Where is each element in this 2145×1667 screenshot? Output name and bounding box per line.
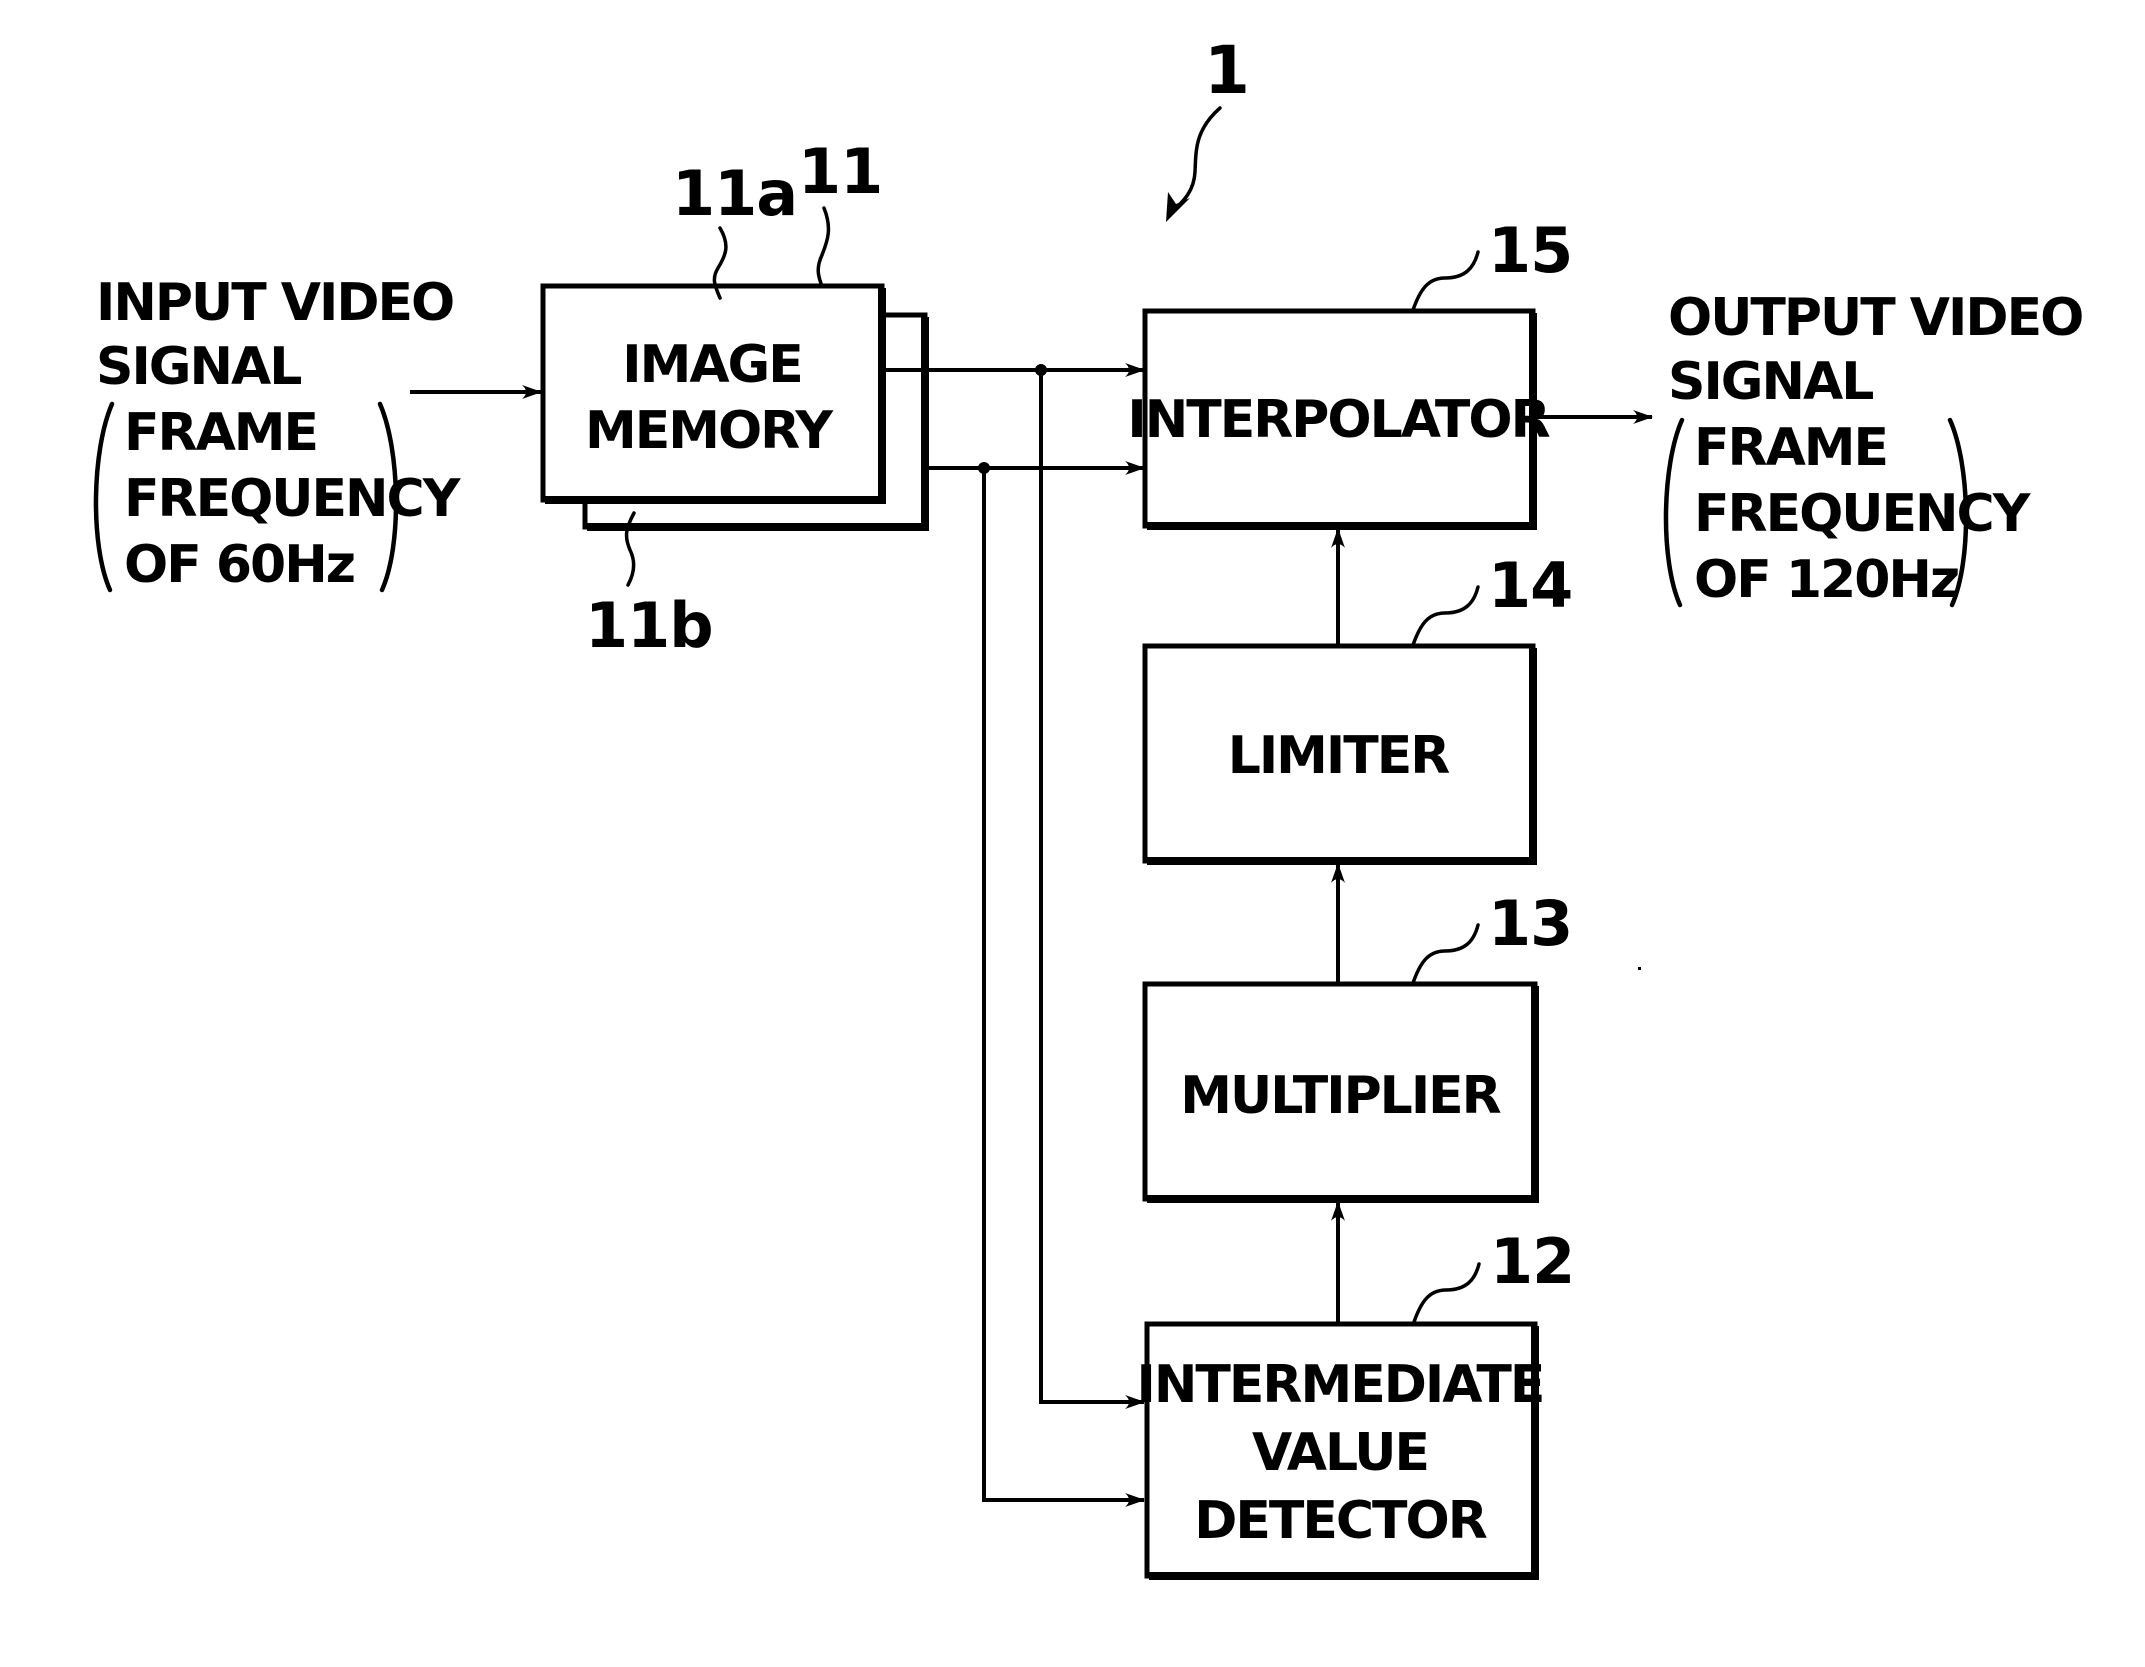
ref-13: 13 bbox=[1488, 887, 1572, 960]
memory-a-to-detector-arrow bbox=[1039, 370, 1145, 1409]
ref-14-leader bbox=[1411, 585, 1480, 647]
ref-13-leader bbox=[1411, 923, 1480, 985]
ref-15: 15 bbox=[1488, 214, 1572, 287]
left-paren-icon bbox=[1663, 417, 1685, 608]
image-memory-label: MEMORY bbox=[585, 401, 834, 461]
ref-15-leader bbox=[1411, 250, 1480, 312]
image-memory-block[interactable]: IMAGE MEMORY bbox=[540, 283, 929, 531]
ref-11: 11 bbox=[798, 135, 882, 208]
ref-12-leader bbox=[1412, 1262, 1481, 1324]
detector-label: DETECTOR bbox=[1194, 1491, 1487, 1551]
ref-11a: 11a bbox=[672, 157, 797, 230]
limiter-block[interactable]: LIMITER bbox=[1142, 643, 1537, 865]
input-signal-line: SIGNAL bbox=[96, 337, 301, 397]
scan-speck bbox=[1638, 967, 1641, 970]
figure-ref-leader bbox=[1170, 106, 1222, 214]
ref-11-leader bbox=[816, 206, 831, 288]
interpolator-label: INTERPOLATOR bbox=[1127, 390, 1549, 450]
input-signal-label: INPUT VIDEO SIGNAL FRAME FREQUENCY OF 60… bbox=[93, 273, 464, 595]
input-signal-line: INPUT VIDEO bbox=[96, 273, 453, 333]
block-diagram: 1 INPUT VIDEO SIGNAL FRAME FREQUENCY OF … bbox=[93, 32, 2084, 1580]
detector-label: VALUE bbox=[1252, 1423, 1428, 1483]
output-signal-bracket-line: FRAME bbox=[1694, 418, 1887, 478]
image-memory-label: IMAGE bbox=[622, 335, 802, 395]
output-signal-line: SIGNAL bbox=[1668, 352, 1873, 412]
interpolator-block[interactable]: INTERPOLATOR bbox=[1127, 308, 1552, 530]
figure-reference-numeral: 1 bbox=[1204, 32, 1250, 109]
ref-11b: 11b bbox=[585, 589, 713, 662]
detector-label: INTERMEDIATE bbox=[1137, 1355, 1544, 1415]
ref-12: 12 bbox=[1490, 1225, 1574, 1298]
memory-b-to-detector-arrow bbox=[982, 468, 1145, 1507]
input-signal-bracket-line: FRAME bbox=[124, 403, 317, 463]
output-signal-label: OUTPUT VIDEO SIGNAL FRAME FREQUENCY OF 1… bbox=[1663, 288, 2084, 610]
intermediate-value-detector-block[interactable]: INTERMEDIATE VALUE DETECTOR bbox=[1137, 1321, 1545, 1580]
input-signal-bracket-line: FREQUENCY bbox=[124, 469, 462, 529]
input-signal-bracket-line: OF 60Hz bbox=[124, 535, 354, 595]
output-signal-line: OUTPUT VIDEO bbox=[1668, 288, 2082, 348]
output-signal-bracket-line: FREQUENCY bbox=[1694, 484, 2032, 544]
ref-14: 14 bbox=[1488, 549, 1572, 622]
multiplier-block[interactable]: MULTIPLIER bbox=[1142, 981, 1539, 1203]
output-signal-bracket-line: OF 120Hz bbox=[1694, 550, 1958, 610]
left-paren-icon bbox=[93, 401, 115, 593]
multiplier-label: MULTIPLIER bbox=[1180, 1066, 1500, 1126]
limiter-label: LIMITER bbox=[1228, 726, 1450, 786]
